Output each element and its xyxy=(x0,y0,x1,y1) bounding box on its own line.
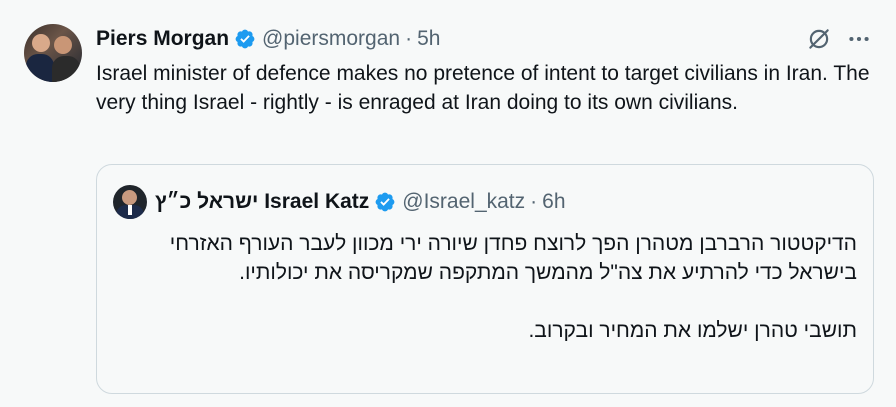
quoted-author-name[interactable]: ישראל כ״ץ Israel Katz xyxy=(155,190,369,214)
avatar-face xyxy=(54,36,72,54)
author-name[interactable]: Piers Morgan xyxy=(96,27,229,51)
tweet-header: Piers Morgan @piersmorgan · 5h xyxy=(96,26,440,52)
quoted-tweet-header: ישראל כ״ץ Israel Katz @Israel_katz · 6h xyxy=(155,189,566,215)
tweet-timestamp[interactable]: 5h xyxy=(417,27,440,51)
verified-badge-icon xyxy=(375,192,395,212)
quoted-author-handle[interactable]: @Israel_katz xyxy=(402,190,525,214)
quoted-tweet-timestamp[interactable]: 6h xyxy=(542,190,565,214)
avatar-face xyxy=(32,34,50,52)
tweet-text: Israel minister of defence makes no pret… xyxy=(96,62,870,114)
avatar-tie xyxy=(128,205,132,215)
avatar-face xyxy=(122,190,137,205)
separator-dot: · xyxy=(530,190,538,213)
quoted-paragraph: הדיקטטור הרברבן מטהרן הפך לרוצח פחדן שיו… xyxy=(169,232,857,284)
avatar-figure xyxy=(26,54,54,82)
separator-dot: · xyxy=(405,27,413,50)
quoted-author-avatar[interactable] xyxy=(113,185,147,219)
avatar-figure xyxy=(52,56,80,82)
author-handle[interactable]: @piersmorgan xyxy=(262,27,400,51)
quoted-tweet-text: הדיקטטור הרברבן מטהרן הפך לרוצח פחדן שיו… xyxy=(117,229,857,345)
more-options-icon[interactable] xyxy=(846,26,872,52)
author-avatar[interactable] xyxy=(24,24,82,82)
quoted-tweet[interactable]: ישראל כ״ץ Israel Katz @Israel_katz · 6h … xyxy=(96,164,874,394)
quoted-paragraph: תושבי טהרן ישלמו את המחיר ובקרוב. xyxy=(528,319,857,342)
grok-icon[interactable] xyxy=(806,26,832,52)
verified-badge-icon xyxy=(235,29,255,49)
tweet[interactable]: Piers Morgan @piersmorgan · 5h Israel mi… xyxy=(0,0,896,407)
